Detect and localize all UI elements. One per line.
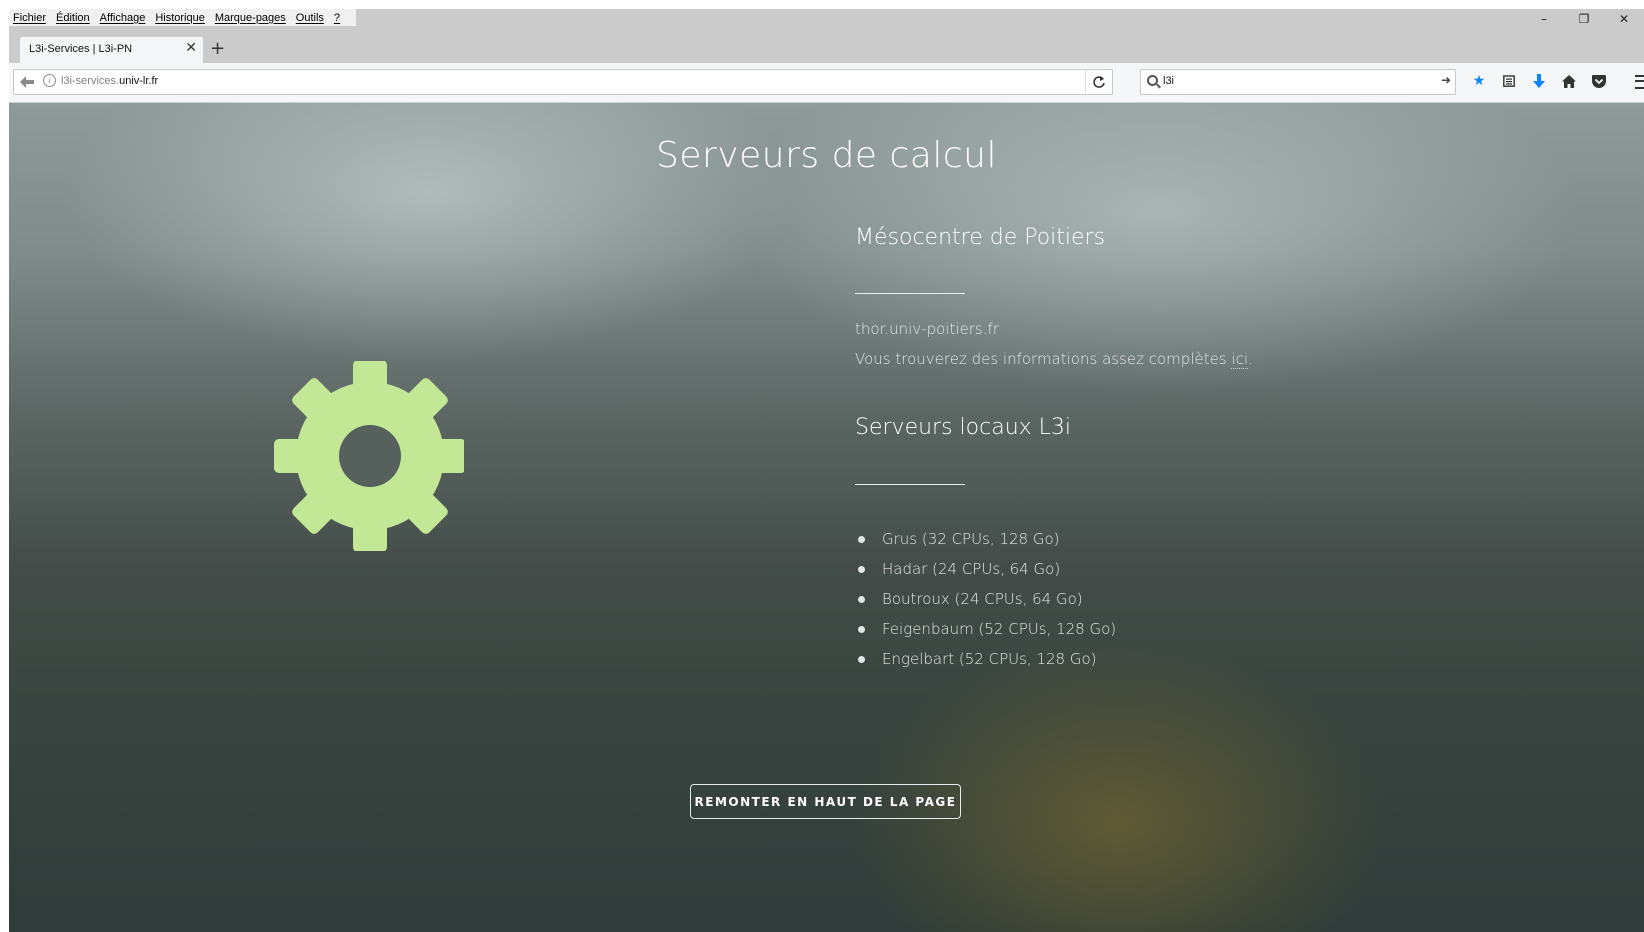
search-input[interactable]: l3i bbox=[1163, 75, 1174, 87]
window-controls: – ❐ ✕ bbox=[1524, 9, 1644, 29]
tab-active[interactable]: L3i-Services | L3i-PN ✕ bbox=[20, 37, 203, 63]
url-prefix: l3i-services. bbox=[61, 75, 120, 87]
server-list: Grus (32 CPUs, 128 Go) Hadar (24 CPUs, 6… bbox=[855, 528, 1116, 678]
search-go-icon[interactable]: ➜ bbox=[1441, 73, 1451, 87]
mesocentre-heading: Mésocentre de Poitiers bbox=[855, 225, 1106, 250]
mesocentre-host: thor.univ-poitiers.fr bbox=[855, 320, 999, 338]
heading-divider bbox=[855, 484, 965, 485]
new-tab-button[interactable]: + bbox=[210, 39, 225, 59]
url-domain: univ-lr.fr bbox=[119, 75, 159, 87]
search-icon bbox=[1147, 75, 1158, 86]
search-bar[interactable]: l3i ➜ bbox=[1140, 69, 1456, 95]
reload-icon[interactable] bbox=[1085, 70, 1112, 94]
info-text: Vous trouverez des informations assez co… bbox=[855, 350, 1232, 368]
list-item: Boutroux (24 CPUs, 64 Go) bbox=[855, 588, 1116, 618]
page-title: Serveurs de calcul bbox=[656, 135, 997, 176]
toolbar-icons: ★ bbox=[1464, 71, 1614, 91]
tab-title: L3i-Services | L3i-PN bbox=[29, 43, 133, 55]
info-suffix: . bbox=[1248, 350, 1253, 368]
site-info-icon[interactable]: i bbox=[43, 74, 56, 87]
download-icon[interactable] bbox=[1524, 71, 1554, 91]
minimize-button[interactable]: – bbox=[1524, 9, 1564, 29]
close-window-button[interactable]: ✕ bbox=[1604, 9, 1644, 29]
bookmark-star-icon[interactable]: ★ bbox=[1464, 71, 1494, 91]
home-icon[interactable] bbox=[1554, 71, 1584, 91]
menu-marque-pages[interactable]: Marque-pages bbox=[215, 12, 286, 24]
back-arrow-icon[interactable] bbox=[17, 72, 37, 92]
menu-affichage[interactable]: Affichage bbox=[100, 12, 146, 24]
navigation-bar: i l3i-services.univ-lr.fr l3i ➜ ★ bbox=[9, 63, 1644, 103]
gear-icon bbox=[274, 360, 466, 552]
menu-historique[interactable]: Historique bbox=[155, 12, 205, 24]
list-item: Feigenbaum (52 CPUs, 128 Go) bbox=[855, 618, 1116, 648]
menu-help[interactable]: ? bbox=[334, 12, 340, 24]
menu-list: Fichier Édition Affichage Historique Mar… bbox=[9, 9, 357, 26]
page-content: Serveurs de calcul Mésocentre de Poitier… bbox=[9, 103, 1644, 932]
url-bar[interactable]: i l3i-services.univ-lr.fr bbox=[13, 69, 1113, 95]
menu-fichier[interactable]: Fichier bbox=[13, 12, 46, 24]
list-item: Grus (32 CPUs, 128 Go) bbox=[855, 528, 1116, 558]
list-item: Engelbart (52 CPUs, 128 Go) bbox=[855, 648, 1116, 678]
restore-button[interactable]: ❐ bbox=[1564, 9, 1604, 29]
tab-close-icon[interactable]: ✕ bbox=[185, 40, 197, 56]
menu-bar: Fichier Édition Affichage Historique Mar… bbox=[9, 9, 1644, 29]
list-item: Hadar (24 CPUs, 64 Go) bbox=[855, 558, 1116, 588]
hamburger-menu-icon[interactable] bbox=[1635, 75, 1644, 89]
back-to-top-button[interactable]: REMONTER EN HAUT DE LA PAGE bbox=[690, 784, 961, 819]
browser-window: Fichier Édition Affichage Historique Mar… bbox=[9, 9, 1644, 932]
local-servers-heading: Serveurs locaux L3i bbox=[855, 415, 1072, 440]
bookmarks-list-icon[interactable] bbox=[1494, 71, 1524, 91]
heading-divider bbox=[855, 293, 965, 294]
mesocentre-info: Vous trouverez des informations assez co… bbox=[855, 350, 1253, 369]
info-link[interactable]: ici bbox=[1231, 350, 1248, 369]
menu-outils[interactable]: Outils bbox=[296, 12, 324, 24]
pocket-icon[interactable] bbox=[1584, 71, 1614, 91]
menu-edition[interactable]: Édition bbox=[56, 12, 90, 24]
url-text[interactable]: l3i-services.univ-lr.fr bbox=[61, 75, 158, 87]
